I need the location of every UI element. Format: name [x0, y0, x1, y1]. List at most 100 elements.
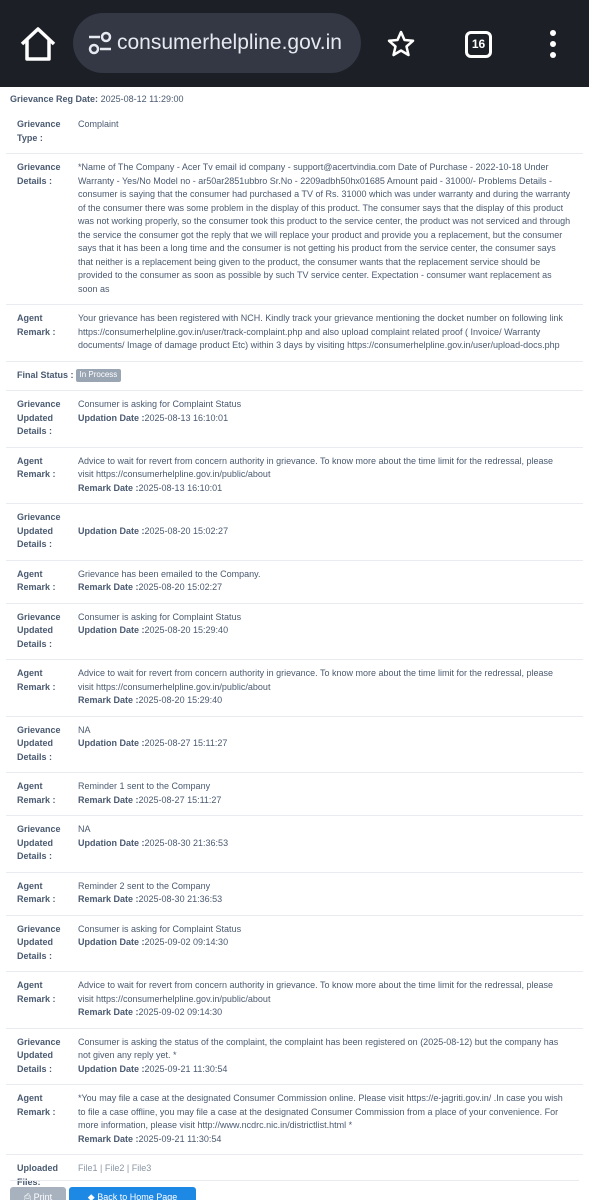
remark-text: Grievance has been emailed to the Compan…: [78, 568, 261, 579]
field-label: Agent Remark :: [17, 568, 56, 593]
reg-date-label: Grievance Reg Date:: [10, 94, 99, 104]
date-label: Remark Date :: [78, 482, 139, 493]
update-row: Grievance Updated Details : NA Updation …: [6, 715, 583, 773]
field-value: Grievance has been emailed to the Compan…: [78, 568, 583, 595]
date-label: Updation Date :: [78, 738, 145, 748]
field-label: Agent Remark :: [17, 313, 56, 337]
remark-text: Advice to wait for revert from concern a…: [78, 980, 554, 1004]
date-label: Updation Date :: [78, 1063, 145, 1074]
update-date: Updation Date :2025-09-21 11:30:54: [78, 1063, 571, 1077]
field-value: Reminder 1 sent to the Company Remark Da…: [78, 780, 583, 807]
home-icon[interactable]: [18, 25, 58, 63]
update-text: NA: [78, 824, 91, 834]
remark-row: Agent Remark : *You may file a case at t…: [6, 1084, 583, 1154]
reg-date: Grievance Reg Date: 2025-08-12 11:29:00: [10, 94, 183, 104]
star-icon[interactable]: [386, 29, 416, 59]
update-text: NA: [78, 724, 91, 735]
field-label: Uploaded Files:: [17, 1163, 59, 1187]
update-date: Updation Date :2025-08-13 16:10:01: [78, 412, 571, 426]
field-value: *Name of The Company - Acer Tv email id …: [78, 162, 571, 294]
date-label: Remark Date :: [78, 1133, 139, 1144]
update-row: Grievance Updated Details : Consumer is …: [6, 914, 583, 972]
update-date: Updation Date :2025-08-20 15:02:27: [78, 525, 571, 539]
date-label: Updation Date :: [78, 625, 145, 635]
date-value: 2025-08-13 16:10:01: [138, 482, 223, 493]
tune-icon[interactable]: [87, 31, 113, 55]
date-label: Updation Date :: [78, 525, 145, 536]
grievance-page: Grievance Reg Date: 2025-08-12 11:29:00 …: [0, 87, 589, 1200]
date-value: 2025-09-02 09:14:30: [144, 937, 229, 947]
date-value: 2025-08-20 15:02:27: [144, 525, 229, 536]
address-bar[interactable]: consumerhelpline.gov.in: [73, 13, 361, 73]
update-row: Grievance Updated Details : Consumer is …: [6, 1027, 583, 1085]
update-text: Consumer is asking for Complaint Status: [78, 923, 242, 934]
field-value: Updation Date :2025-08-20 15:02:27: [78, 511, 583, 552]
reg-date-value: 2025-08-12 11:29:00: [100, 94, 184, 104]
more-vert-icon[interactable]: [546, 29, 560, 59]
file-link-1[interactable]: File1: [78, 1163, 98, 1173]
remark-row: Agent Remark : Advice to wait for revert…: [6, 446, 583, 504]
field-value: Consumer is asking the status of the com…: [78, 1036, 583, 1077]
field-label: Agent Remark :: [17, 880, 56, 905]
date-value: 2025-08-27 15:11:27: [144, 738, 228, 748]
date-label: Remark Date :: [78, 894, 139, 904]
field-value: Your grievance has been registered with …: [78, 313, 563, 350]
field-label: Grievance Updated Details :: [17, 611, 61, 649]
update-date: Updation Date :2025-08-27 15:11:27: [78, 737, 571, 751]
remark-text: Advice to wait for revert from concern a…: [78, 668, 554, 692]
field-value: Advice to wait for revert from concern a…: [78, 979, 583, 1020]
date-label: Remark Date :: [78, 695, 139, 705]
date-value: 2025-08-20 15:02:27: [138, 582, 223, 592]
file-links: File1 | File2 | File3: [78, 1162, 583, 1189]
date-value: 2025-09-21 11:30:54: [138, 1133, 222, 1144]
field-label: Grievance Updated Details :: [17, 724, 61, 762]
update-text: Consumer is asking the status of the com…: [78, 1036, 559, 1061]
field-value: Reminder 2 sent to the Company Remark Da…: [78, 880, 583, 907]
remark-date: Remark Date :2025-09-02 09:14:30: [78, 1006, 571, 1020]
print-label: Print: [33, 1192, 53, 1200]
remark-date: Remark Date :2025-08-13 16:10:01: [78, 482, 571, 496]
separator: |: [126, 1163, 130, 1173]
back-to-home-button[interactable]: ◆ Back to Home Page: [69, 1187, 196, 1200]
remark-date: Remark Date :2025-08-20 15:02:27: [78, 581, 571, 595]
field-value: Advice to wait for revert from concern a…: [78, 667, 583, 708]
home-icon: ◆: [87, 1192, 98, 1200]
grievance-type-row: Grievance Type : Complaint: [6, 111, 583, 153]
date-label: Updation Date :: [78, 937, 145, 947]
field-label: Grievance Updated Details :: [17, 824, 61, 861]
grievance-details-row: Grievance Details : *Name of The Company…: [6, 153, 583, 304]
file-link-3[interactable]: File3: [132, 1163, 152, 1173]
field-label: Agent Remark :: [17, 668, 56, 692]
remark-row: Agent Remark : Advice to wait for revert…: [6, 659, 583, 716]
home-label: Back to Home Page: [97, 1192, 178, 1200]
update-text: [78, 511, 571, 525]
update-date: Updation Date :2025-09-02 09:14:30: [78, 936, 571, 950]
remark-date: Remark Date :2025-08-27 15:11:27: [78, 794, 571, 808]
update-row: Grievance Updated Details : Consumer is …: [6, 602, 583, 660]
url-text[interactable]: consumerhelpline.gov.in: [117, 13, 357, 73]
field-value: *You may file a case at the designated C…: [78, 1092, 583, 1146]
field-value: NA Updation Date :2025-08-30 21:36:53: [78, 823, 583, 864]
field-value: Complaint: [78, 119, 119, 129]
field-label: Grievance Updated Details :: [17, 399, 61, 436]
field-value: Consumer is asking for Complaint Status …: [78, 611, 583, 652]
print-button[interactable]: ⎙ Print: [10, 1187, 66, 1200]
remark-row: Agent Remark : Advice to wait for revert…: [6, 971, 583, 1028]
update-text: Consumer is asking for Complaint Status: [78, 399, 242, 409]
remark-text: Advice to wait for revert from concern a…: [78, 455, 554, 480]
remark-text: Reminder 2 sent to the Company: [78, 880, 211, 891]
update-date: Updation Date :2025-08-20 15:29:40: [78, 624, 571, 638]
date-value: 2025-09-21 11:30:54: [144, 1063, 228, 1074]
date-value: 2025-08-20 15:29:40: [138, 695, 223, 705]
remark-text: Reminder 1 sent to the Company: [78, 781, 211, 791]
tabs-icon[interactable]: 16: [465, 31, 492, 58]
remark-text: *You may file a case at the designated C…: [78, 1093, 563, 1130]
separator: |: [100, 1163, 103, 1173]
file-link-2[interactable]: File2: [105, 1163, 125, 1173]
update-row: Grievance Updated Details : Consumer is …: [6, 390, 583, 447]
date-label: Remark Date :: [78, 1007, 139, 1017]
field-label: Grievance Updated Details :: [17, 512, 61, 549]
date-value: 2025-08-20 15:29:40: [144, 625, 229, 635]
field-label: Agent Remark :: [17, 455, 56, 480]
date-label: Updation Date :: [78, 412, 145, 423]
